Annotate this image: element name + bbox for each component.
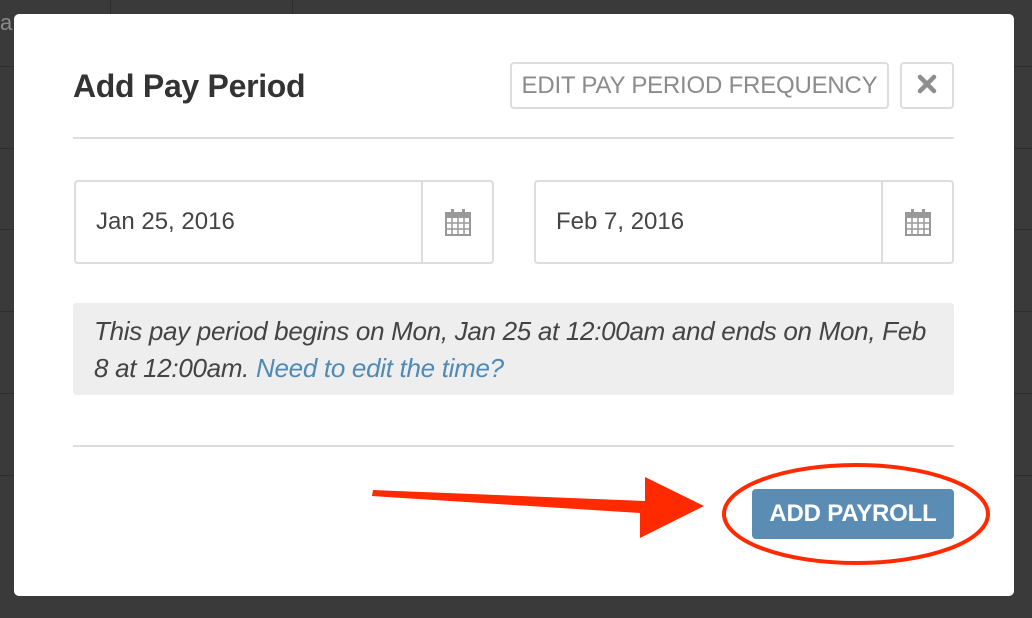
start-date-field[interactable]: Jan 25, 2016: [74, 180, 494, 264]
header-divider: [73, 137, 954, 139]
calendar-icon: [444, 209, 471, 241]
background-column-divider: [110, 0, 111, 14]
pay-period-info-text: This pay period begins on Mon, Jan 25 at…: [94, 316, 927, 383]
edit-time-link[interactable]: Need to edit the time?: [256, 353, 504, 383]
modal-title: Add Pay Period: [73, 68, 306, 104]
edit-pay-period-frequency-button[interactable]: EDIT PAY PERIOD FREQUENCY: [510, 62, 889, 109]
close-icon: [917, 74, 937, 99]
start-date-calendar-button[interactable]: [421, 182, 492, 262]
background-column-divider: [292, 0, 293, 14]
add-pay-period-modal: Add Pay Period EDIT PAY PERIOD FREQUENCY…: [14, 14, 1014, 596]
add-payroll-button[interactable]: ADD PAYROLL: [752, 489, 954, 539]
end-date-field[interactable]: Feb 7, 2016: [534, 180, 954, 264]
close-button[interactable]: [900, 62, 954, 109]
start-date-input[interactable]: Jan 25, 2016: [96, 182, 235, 262]
background-text: a: [0, 10, 13, 35]
end-date-input[interactable]: Feb 7, 2016: [556, 182, 684, 262]
footer-divider: [73, 445, 954, 447]
pay-period-info: This pay period begins on Mon, Jan 25 at…: [73, 303, 954, 395]
end-date-calendar-button[interactable]: [881, 182, 952, 262]
calendar-icon: [904, 209, 931, 241]
